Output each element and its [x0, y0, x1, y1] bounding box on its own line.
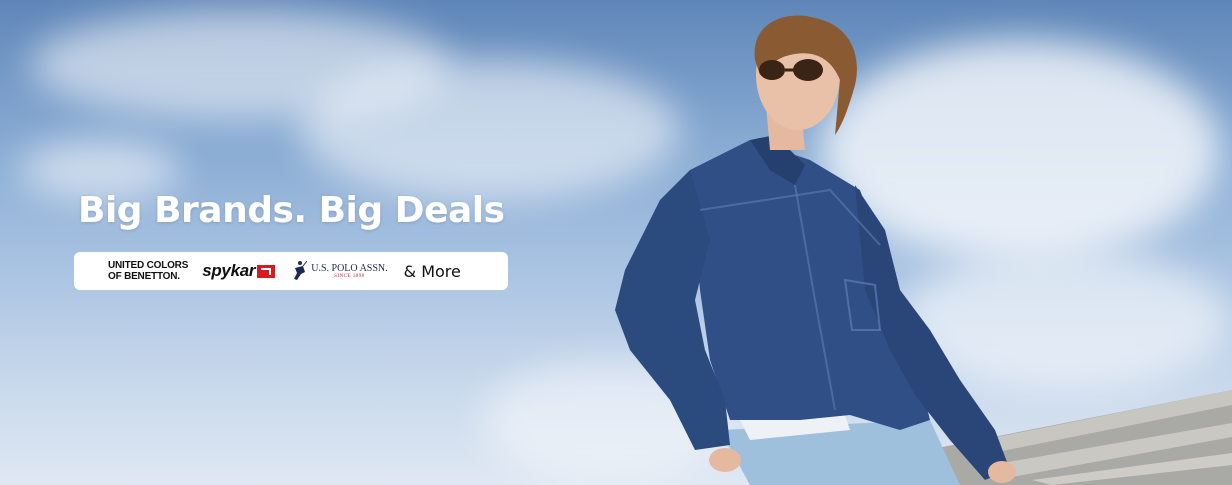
brand-strip[interactable]: UNITED COLORS OF BENETTON. spykar U.S. P… [74, 252, 508, 290]
polo-player-icon [294, 260, 308, 280]
headline: Big Brands. Big Deals [78, 190, 505, 231]
spykar-logo: spykar [202, 261, 276, 281]
benetton-logo: UNITED COLORS OF BENETTON. [108, 260, 189, 282]
more-brands-label: & More [403, 261, 461, 281]
us-polo-logo: U.S. POLO ASSN. SINCE 1890 [291, 260, 388, 282]
hero-banner[interactable]: Big Brands. Big Deals UNITED COLORS OF B… [0, 0, 1232, 485]
spykar-mark-icon [257, 264, 276, 278]
model-image [615, 15, 1016, 485]
